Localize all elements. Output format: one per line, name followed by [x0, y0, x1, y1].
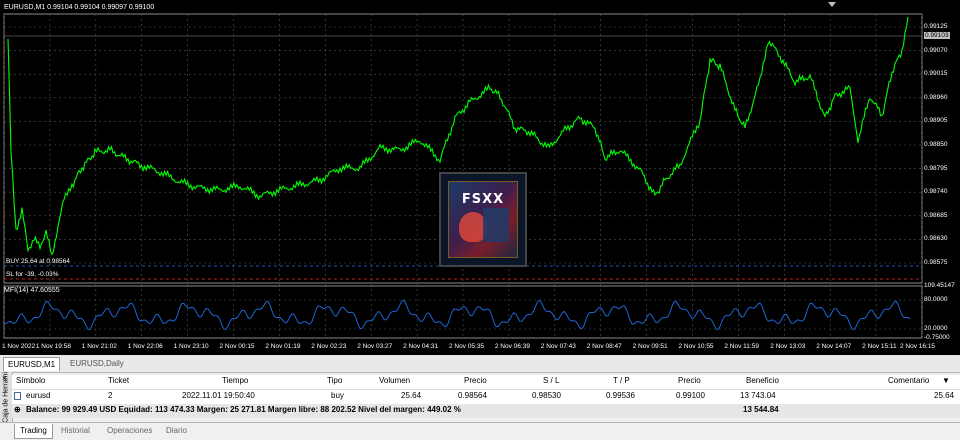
close-icon[interactable]: ×: [2, 374, 7, 383]
table-row[interactable]: eurusd 2 2022.11.01 19:50:40 buy 25.64 0…: [12, 390, 960, 404]
time-tick-label: 2 Nov 16:15: [900, 343, 936, 350]
indicator-tick-label: -0.75000: [924, 334, 950, 341]
time-tick-label: 2 Nov 08:47: [586, 343, 622, 350]
tab-diario[interactable]: Diario: [161, 424, 192, 438]
time-tick-label: 2 Nov 10:55: [678, 343, 714, 350]
col-type[interactable]: Tipo: [327, 376, 342, 385]
time-tick-label: 2 Nov 09:51: [632, 343, 668, 350]
time-tick-label: 2 Nov 13:03: [770, 343, 806, 350]
col-comment[interactable]: Comentario: [888, 376, 929, 385]
time-tick-label: 2 Nov 07:43: [540, 343, 576, 350]
current-price-tag: 0.99103: [924, 32, 950, 39]
time-tick-label: 1 Nov 23:10: [173, 343, 209, 350]
time-tick-label: 2 Nov 05:35: [449, 343, 485, 350]
price-tick-label: 0.99125: [924, 23, 948, 30]
row-time: 2022.11.01 19:50:40: [182, 391, 255, 400]
price-tick-label: 0.98905: [924, 117, 948, 125]
price-tick-label: 0.98740: [924, 188, 948, 196]
time-tick-label: 2 Nov 06:39: [494, 343, 530, 350]
row-type: buy: [331, 391, 344, 400]
col-price[interactable]: Precio: [464, 376, 487, 385]
time-tick-label: 2 Nov 02:23: [311, 343, 347, 350]
terminal-header: Símbolo Ticket Tiempo Tipo Volumen Preci…: [12, 375, 960, 390]
col-sl[interactable]: S / L: [543, 376, 559, 385]
price-tick-label: 0.99070: [924, 46, 948, 54]
price-tick-label: 0.98850: [924, 141, 948, 148]
sort-arrow-icon[interactable]: ▼: [942, 376, 950, 385]
time-tick-label: 2 Nov 00:15: [219, 343, 255, 350]
time-tick-label: 1 Nov 2022: [2, 343, 36, 350]
balance-profit: 13 544.84: [743, 405, 779, 414]
tab-eurusd-m1[interactable]: EURUSD,M1: [3, 357, 61, 371]
price-tick-label: 0.98630: [924, 235, 948, 243]
time-tick-label: 1 Nov 22:06: [127, 343, 163, 350]
stop-loss-label: SL for -39, -0.03%: [6, 271, 59, 278]
chart-title: EURUSD,M1 0.99104 0.99104 0.99097 0.9910…: [4, 4, 155, 11]
tab-trading[interactable]: Trading: [14, 424, 53, 439]
terminal-tabs: Trading Historial Operaciones Diario: [0, 422, 960, 440]
time-tick-label: 2 Nov 01:19: [265, 343, 301, 350]
col-profit[interactable]: Beneficio: [746, 376, 779, 385]
time-tick-label: 2 Nov 04:31: [403, 343, 439, 350]
row-tp: 0.99536: [606, 391, 635, 400]
fsxx-logo: FSXX: [439, 172, 527, 267]
chart-shift-marker: [828, 2, 836, 7]
balance-expand-icon[interactable]: ⊕: [14, 405, 21, 414]
time-tick-label: 2 Nov 11:59: [724, 343, 759, 350]
col-symbol[interactable]: Símbolo: [16, 376, 45, 385]
price-tick-label: 0.98795: [924, 164, 948, 172]
position-icon: [14, 392, 21, 400]
row-volume: 25.64: [401, 391, 422, 400]
row-comment: 25.64: [934, 391, 955, 400]
time-tick-label: 2 Nov 15:11: [862, 343, 897, 350]
col-volume[interactable]: Volumen: [379, 376, 410, 385]
price-tick-label: 0.98575: [924, 259, 948, 266]
balance-row: ⊕ Balance: 99 929.49 USD Equidad: 113 47…: [12, 404, 960, 418]
tab-eurusd-daily[interactable]: EURUSD,Daily: [66, 357, 128, 370]
chart-tabs: EURUSD,M1 EURUSD,Daily: [0, 355, 960, 373]
time-tick-label: 2 Nov 14:07: [816, 343, 852, 350]
indicator-title: MFI(14) 47.60555: [4, 287, 60, 294]
price-tick-label: 0.99015: [924, 70, 948, 78]
time-tick-label: 1 Nov 21:02: [81, 343, 117, 350]
col-time[interactable]: Tiempo: [222, 376, 248, 385]
row-price: 0.98564: [458, 391, 487, 400]
indicator-tick-label: 80.0000: [924, 296, 948, 303]
price-tick-label: 0.98960: [924, 93, 948, 101]
indicator-series-line: [3, 299, 911, 331]
time-tick-label: 1 Nov 19:58: [35, 343, 71, 350]
row-ticket: 2: [108, 391, 113, 400]
trade-open-label: BUY 25.64 at 0.98564: [6, 258, 70, 265]
col-ticket[interactable]: Ticket: [108, 376, 129, 385]
col-tp[interactable]: T / P: [613, 376, 630, 385]
tab-historial[interactable]: Historial: [56, 424, 95, 438]
row-sl: 0.98530: [532, 391, 561, 400]
indicator-tick-label: 109.45147: [924, 282, 955, 289]
col-price-current[interactable]: Precio: [678, 376, 701, 385]
price-tick-label: 0.98685: [924, 211, 948, 219]
tab-operaciones[interactable]: Operaciones: [102, 424, 157, 438]
logo-text: FSXX: [461, 192, 505, 207]
time-tick-label: 2 Nov 03:27: [357, 343, 393, 350]
balance-summary: Balance: 99 929.49 USD Equidad: 113 474.…: [26, 405, 461, 414]
row-profit: 13 743.04: [740, 391, 776, 400]
price-chart[interactable]: EURUSD,M1 0.99104 0.99104 0.99097 0.9910…: [0, 0, 960, 355]
row-price-current: 0.99100: [676, 391, 705, 400]
logo-art-blue: [483, 208, 509, 242]
row-symbol: eurusd: [26, 391, 51, 400]
indicator-tick-label: 20.0000: [924, 325, 948, 332]
